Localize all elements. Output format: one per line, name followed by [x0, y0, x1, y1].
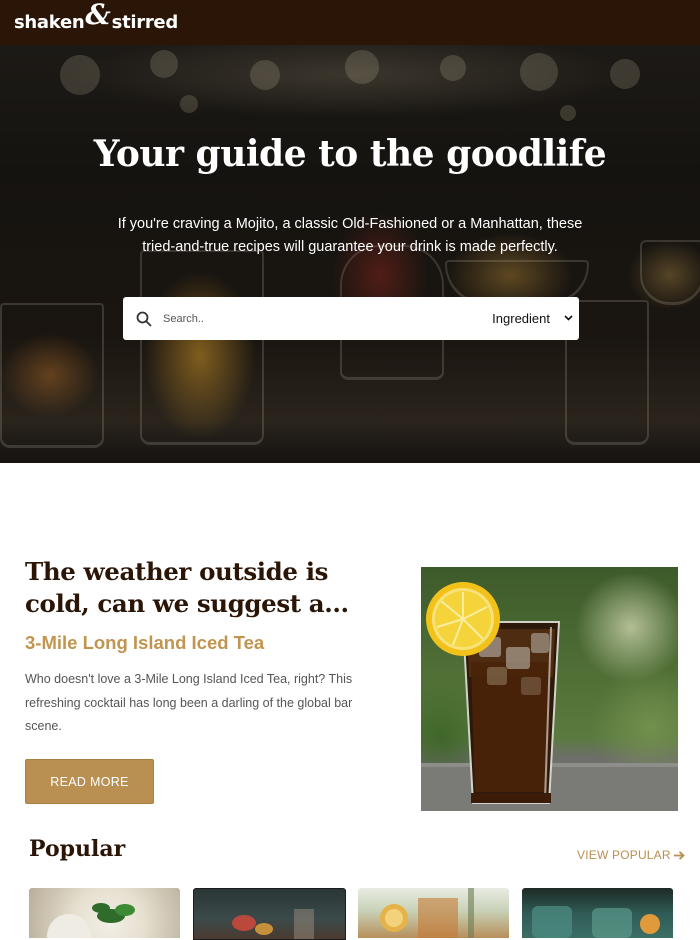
feature-heading: The weather outside is cold, can we sugg…	[25, 557, 349, 618]
hero-title: Your guide to the goodlife	[93, 133, 607, 175]
popular-card-3[interactable]	[358, 888, 509, 938]
logo-ampersand: &	[85, 0, 111, 31]
logo-word-stirred: stirred	[111, 12, 179, 33]
logo-word-shaken: shaken	[14, 12, 85, 33]
site-header: shaken & stirred	[0, 0, 700, 45]
site-logo[interactable]: shaken & stirred	[14, 0, 179, 33]
view-popular-link[interactable]: VIEW POPULAR	[577, 848, 686, 862]
feature-description: Who doesn't love a 3-Mile Long Island Ic…	[25, 672, 353, 733]
feature-drink-name: 3-Mile Long Island Iced Tea	[25, 632, 265, 653]
search-bar: Ingredient	[123, 297, 579, 340]
search-filter-value: Ingredient	[492, 311, 550, 326]
popular-card-1[interactable]	[29, 888, 180, 938]
read-more-button[interactable]: READ MORE	[25, 759, 154, 804]
popular-card-4[interactable]	[522, 888, 673, 938]
popular-card-2[interactable]	[193, 888, 346, 940]
search-icon[interactable]	[135, 310, 153, 328]
feature-drink-image	[421, 567, 678, 811]
popular-heading: Popular	[29, 836, 126, 862]
chevron-down-icon	[564, 313, 573, 324]
hero-subtitle: If you're craving a Mojito, a classic Ol…	[117, 216, 583, 255]
arrow-right-icon	[674, 848, 686, 862]
view-popular-label: VIEW POPULAR	[577, 848, 671, 862]
search-filter-select[interactable]: Ingredient	[492, 311, 573, 326]
search-input[interactable]	[161, 311, 465, 326]
hero-section: Your guide to the goodlife If you're cra…	[0, 45, 700, 463]
